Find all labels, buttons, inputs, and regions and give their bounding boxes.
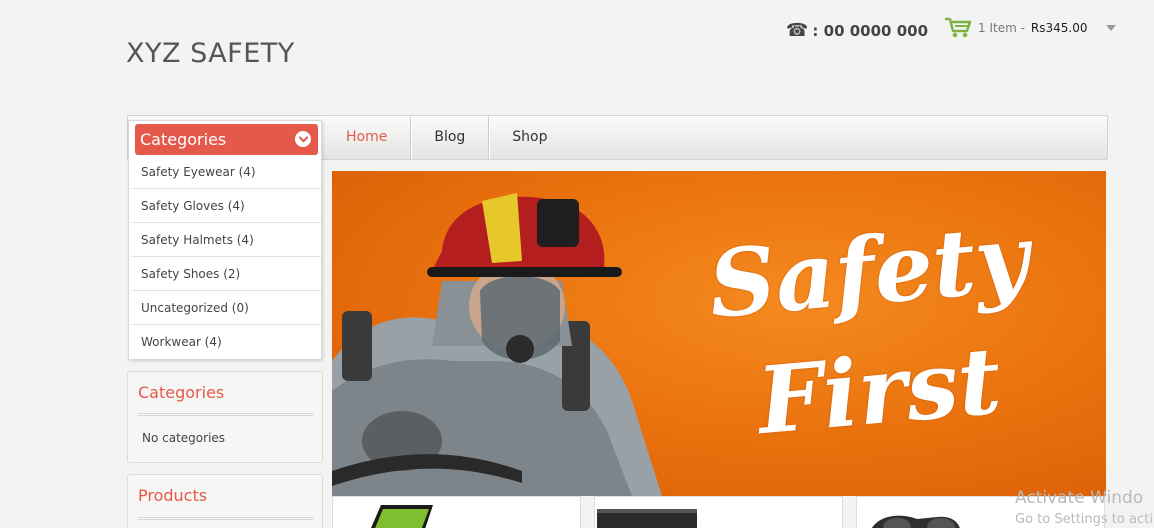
cart-total: Rs345.00	[1030, 21, 1088, 35]
category-item-safety-halmets[interactable]: Safety Halmets (4)	[131, 223, 321, 257]
site-title[interactable]: XYZ SAFETY	[126, 38, 295, 69]
product-card[interactable]	[332, 496, 581, 528]
category-item-safety-shoes[interactable]: Safety Shoes (2)	[131, 257, 321, 291]
categories-dropdown: Categories Safety Eyewear (4) Safety Glo…	[128, 120, 322, 360]
hero-text: Safety First	[694, 197, 1054, 466]
category-list: Safety Eyewear (4) Safety Gloves (4) Saf…	[131, 155, 321, 359]
category-item-safety-gloves[interactable]: Safety Gloves (4)	[131, 189, 321, 223]
nav-blog[interactable]: Blog	[411, 116, 490, 159]
watermark-line1: Activate Windo	[1015, 488, 1144, 508]
phone-text: : 00 0000 000	[812, 21, 929, 40]
products-widget: Products	[127, 474, 323, 528]
categories-dropdown-title: Categories	[140, 130, 227, 149]
category-item-safety-eyewear[interactable]: Safety Eyewear (4)	[131, 155, 321, 189]
nav-menu: Home Blog Shop	[323, 116, 571, 159]
phone-number: ☎ : 00 0000 000	[786, 20, 928, 41]
category-item-workwear[interactable]: Workwear (4)	[131, 325, 321, 359]
phone-icon: ☎	[786, 20, 809, 41]
activation-watermark: Activate Windo Go to Settings to acti	[1015, 488, 1153, 528]
watermark-line2: Go to Settings to acti	[1015, 512, 1153, 527]
firefighter-image	[332, 193, 662, 496]
widget-empty-text: No categories	[142, 431, 226, 445]
product-image	[371, 505, 433, 528]
cart-widget[interactable]: 1 Item - Rs345.00	[944, 17, 1116, 39]
categories-dropdown-header[interactable]: Categories	[135, 124, 318, 155]
nav-shop[interactable]: Shop	[489, 116, 570, 159]
widget-divider	[138, 413, 313, 416]
categories-widget: Categories No categories	[127, 371, 323, 463]
product-card[interactable]	[594, 496, 843, 528]
cart-item-count: 1 Item -	[978, 21, 1025, 35]
nav-home[interactable]: Home	[323, 116, 412, 159]
product-image	[597, 509, 697, 528]
hero-banner[interactable]: Safety First	[332, 171, 1106, 496]
chevron-down-icon[interactable]	[1105, 25, 1116, 31]
widget-title: Categories	[138, 383, 225, 402]
chevron-circle-down-icon[interactable]	[295, 131, 311, 147]
widget-divider	[138, 517, 313, 520]
category-item-uncategorized[interactable]: Uncategorized (0)	[131, 291, 321, 325]
widget-title: Products	[138, 486, 208, 505]
cart-icon	[945, 17, 972, 38]
